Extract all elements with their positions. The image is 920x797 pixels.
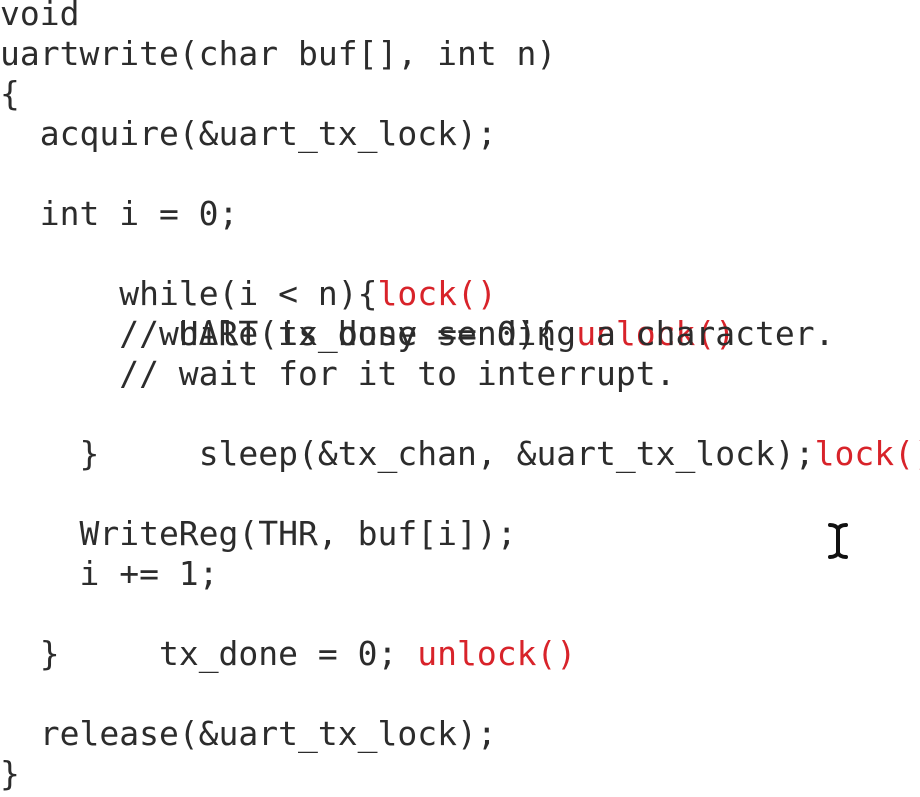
- code-line: i += 1;: [0, 554, 219, 593]
- code-line: }: [0, 754, 20, 793]
- code-line: }: [0, 434, 100, 473]
- code-line: }: [0, 634, 60, 673]
- code-line: release(&uart_tx_lock);: [0, 714, 497, 753]
- code-line-with-annotation: tx_done = 0; unlock(): [0, 594, 576, 673]
- annotation-unlock: unlock(): [417, 634, 577, 673]
- code-line: uartwrite(char buf[], int n): [0, 34, 557, 73]
- annotation-lock: lock(): [814, 434, 920, 473]
- code-line: acquire(&uart_tx_lock);: [0, 114, 497, 153]
- code-line-with-annotation: while(i < n){lock(): [0, 234, 497, 313]
- code-view: void uartwrite(char buf[], int n) { acqu…: [0, 0, 920, 797]
- code-text: sleep(&tx_chan, &uart_tx_lock);: [79, 434, 815, 473]
- code-text: tx_done = 0;: [79, 634, 398, 673]
- code-line-with-annotation: while(tx_done == 0){ unlock(): [0, 274, 735, 353]
- text-cursor-icon: [828, 523, 848, 559]
- code-line: WriteReg(THR, buf[i]);: [0, 514, 517, 553]
- code-line: // wait for it to interrupt.: [0, 354, 676, 393]
- code-line: // UART is busy sending a character.: [0, 314, 835, 353]
- code-line-with-annotation: sleep(&tx_chan, &uart_tx_lock);lock(): [0, 394, 920, 473]
- code-line: int i = 0;: [0, 194, 239, 233]
- code-line: void: [0, 0, 80, 33]
- code-line: {: [0, 74, 20, 113]
